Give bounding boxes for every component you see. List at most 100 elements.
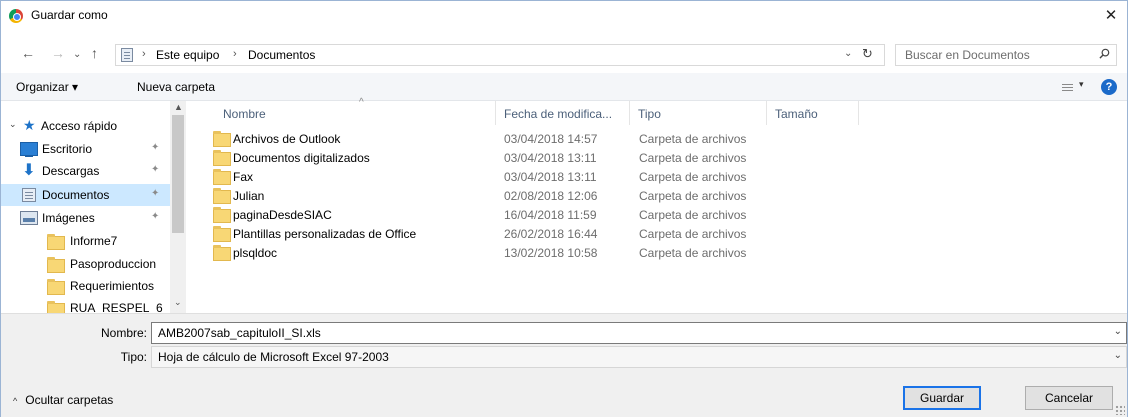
file-row[interactable]: plsqldoc 13/02/2018 10:58 Carpeta de arc… [206,244,756,263]
navigation-scrollbar[interactable]: ▲ ⌄ [170,101,186,313]
sidebar-item-rua-respel[interactable]: RUA_RESPEL_6 [1,297,171,313]
chevron-down-icon[interactable]: ⌄ [1114,326,1122,337]
address-bar[interactable]: › Este equipo › Documentos ⌄ ↻ [115,44,885,66]
desktop-icon [20,142,38,157]
file-date: 16/04/2018 11:59 [504,208,597,222]
file-date: 03/04/2018 14:57 [504,132,598,146]
column-header-fecha[interactable]: Fecha de modifica... [496,101,630,125]
folder-icon [213,226,231,242]
file-row[interactable]: paginaDesdeSIAC 16/04/2018 11:59 Carpeta… [206,206,756,225]
close-icon[interactable]: ✕ [1101,6,1121,24]
sidebar-item-pasoproduccion[interactable]: Pasoproduccion [1,253,171,275]
save-options-panel: Nombre: AMB2007sab_capituloII_SI.xls ⌄ T… [1,313,1127,417]
column-header-tamano[interactable]: Tamaño [767,101,859,125]
breadcrumb-separator-icon: › [142,48,146,60]
help-icon[interactable]: ? [1101,79,1117,95]
file-name-input[interactable]: AMB2007sab_capituloII_SI.xls ⌄ [151,322,1127,344]
organize-button[interactable]: Organizar ▾ [16,80,78,94]
file-name: paginaDesdeSIAC [233,208,332,222]
file-name: plsqldoc [233,246,278,260]
search-input[interactable]: Buscar en Documentos [895,44,1117,66]
file-type: Carpeta de archivos [639,170,747,184]
folder-icon [213,245,231,261]
scroll-up-icon[interactable]: ▲ [174,102,183,112]
file-name: Plantillas personalizadas de Office [233,227,417,241]
sidebar-item-label: Acceso rápido [41,119,118,133]
navigation-pane: ⌄ ★ Acceso rápido Escritorio ✦ ⬇ Descarg… [1,101,186,313]
images-icon [20,211,38,225]
column-header-label: Nombre [223,107,266,121]
file-date: 03/04/2018 13:11 [504,151,597,165]
sidebar-item-label: Informe7 [70,234,118,248]
sidebar-item-label: RUA_RESPEL_6 [70,301,163,313]
search-placeholder: Buscar en Documentos [905,48,1030,62]
file-row[interactable]: Plantillas personalizadas de Office 26/0… [206,225,756,244]
expand-chevron-icon: ⌄ [9,119,17,129]
file-type-select[interactable]: Hoja de cálculo de Microsoft Excel 97-20… [151,346,1127,368]
up-arrow-icon[interactable]: ↑ [91,45,98,61]
column-header-label: Tipo [638,107,661,121]
sidebar-item-acceso-rapido[interactable]: ⌄ ★ Acceso rápido [1,115,170,137]
address-dropdown-icon[interactable]: ⌄ [844,48,852,59]
search-icon[interactable] [1099,48,1110,59]
file-type: Carpeta de archivos [639,189,747,203]
pin-icon: ✦ [151,142,160,153]
star-icon: ★ [23,117,36,133]
sidebar-item-requerimientos[interactable]: Requerimientos [1,275,171,297]
column-header-nombre[interactable]: Nombre ^ [206,97,496,125]
file-type: Carpeta de archivos [639,227,747,241]
folder-icon [213,207,231,223]
forward-arrow-icon[interactable]: → [51,45,65,61]
hide-folders-button[interactable]: ^ Ocultar carpetas [13,393,113,407]
save-as-dialog: Guardar como ✕ ← → ⌄ ↑ › Este equipo › D… [0,0,1128,417]
scroll-down-icon[interactable]: ⌄ [174,297,182,308]
file-date: 02/08/2018 12:06 [504,189,598,203]
resize-grip[interactable] [1115,405,1125,415]
file-date: 26/02/2018 16:44 [504,227,598,241]
column-header-label: Tamaño [775,107,818,121]
breadcrumb-documentos[interactable]: Documentos [248,48,315,62]
details-view-icon [1062,82,1073,91]
column-header-tipo[interactable]: Tipo [630,101,767,125]
file-name-label: Nombre: [100,326,147,340]
sort-ascending-icon: ^ [359,97,364,108]
file-row[interactable]: Archivos de Outlook 03/04/2018 14:57 Car… [206,130,756,149]
cancel-button[interactable]: Cancelar [1025,386,1113,410]
file-date: 03/04/2018 13:11 [504,170,597,184]
sidebar-item-label: Requerimientos [70,279,155,293]
refresh-icon[interactable]: ↻ [862,46,873,62]
sidebar-item-informe7[interactable]: Informe7 [1,230,171,252]
new-folder-button[interactable]: Nueva carpeta [137,80,215,94]
title-bar: Guardar como ✕ [1,1,1127,31]
hide-folders-label: Ocultar carpetas [25,393,114,407]
chevron-down-icon[interactable]: ⌄ [1114,350,1122,361]
sidebar-item-imagenes[interactable]: Imágenes ✦ [1,207,171,229]
folder-icon [213,150,231,166]
chrome-app-icon [9,9,23,23]
file-row[interactable]: Julian 02/08/2018 12:06 Carpeta de archi… [206,187,756,206]
file-type: Carpeta de archivos [639,208,747,222]
pin-icon: ✦ [151,164,160,175]
folder-icon [47,301,65,313]
file-type: Carpeta de archivos [639,151,747,165]
sidebar-item-documentos[interactable]: Documentos ✦ [1,184,171,206]
folder-icon [213,188,231,204]
command-toolbar: Organizar ▾ Nueva carpeta ▾ ? [1,73,1127,101]
sidebar-item-label: Pasoproduccion [70,257,157,271]
change-view-button[interactable]: ▾ [1062,79,1092,95]
sidebar-item-label: Imágenes [42,211,95,225]
file-type: Carpeta de archivos [639,132,747,146]
file-row[interactable]: Fax 03/04/2018 13:11 Carpeta de archivos [206,168,756,187]
back-arrow-icon[interactable]: ← [21,45,35,61]
folder-icon [47,234,65,250]
file-row[interactable]: Documentos digitalizados 03/04/2018 13:1… [206,149,756,168]
chevron-up-icon: ^ [13,396,18,406]
save-button[interactable]: Guardar [903,386,981,410]
scrollbar-thumb[interactable] [172,115,184,233]
pin-icon: ✦ [151,188,160,199]
address-row: ← → ⌄ ↑ › Este equipo › Documentos ⌄ ↻ B… [1,41,1127,69]
sidebar-item-escritorio[interactable]: Escritorio ✦ [1,138,171,160]
breadcrumb-este-equipo[interactable]: Este equipo [156,48,219,62]
sidebar-item-descargas[interactable]: ⬇ Descargas ✦ [1,160,171,182]
recent-locations-chevron-icon[interactable]: ⌄ [73,49,81,60]
